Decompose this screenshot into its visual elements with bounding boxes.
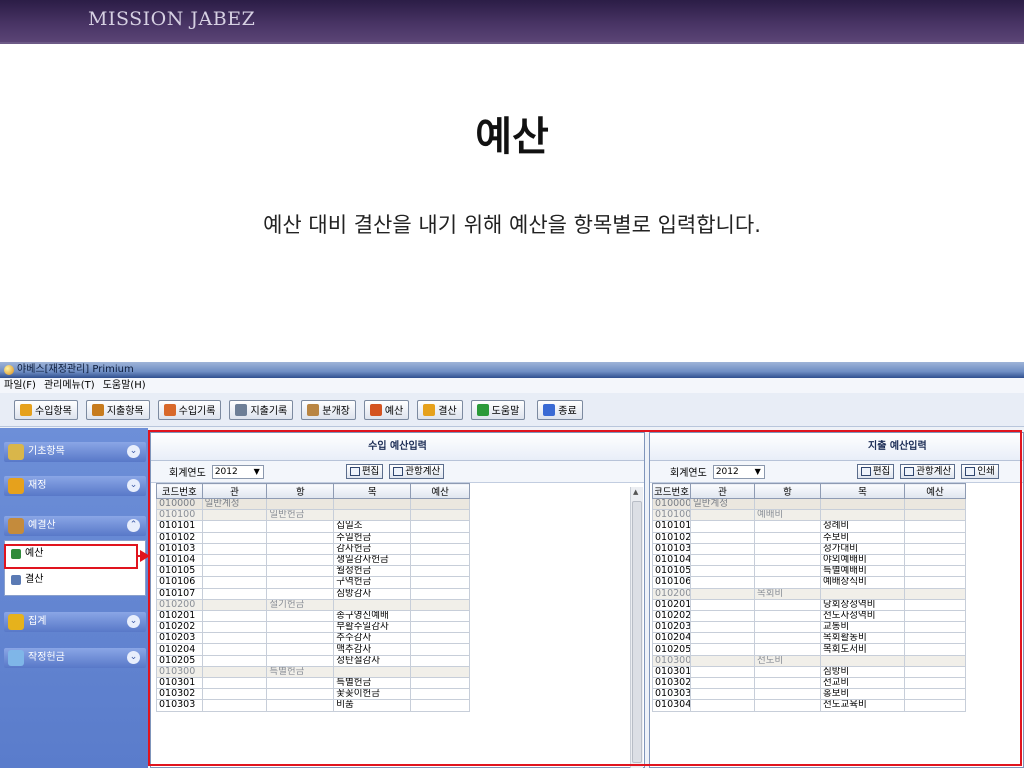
toolbar-button-label: 지출기록	[250, 406, 288, 417]
chevron-up-icon[interactable]: ⌃	[127, 519, 140, 532]
bar-chart-icon	[369, 403, 382, 416]
notepad-icon	[8, 444, 24, 460]
sidebar-section-summary[interactable]: 집계 ⌄	[4, 612, 146, 632]
chevron-down-icon[interactable]: ⌄	[127, 445, 140, 458]
coins-icon	[423, 403, 436, 416]
coins-icon	[20, 403, 32, 416]
sidebar-section-pledge[interactable]: 작정헌금 ⌄	[4, 648, 146, 668]
main-toolbar: 수입항목 지출항목 수입기록 지출기록 분개장 예산 결산 도움말 종료	[0, 393, 1024, 427]
toolbar-button-label: 분개장	[322, 406, 350, 417]
toolbar-button-0[interactable]: 수입항목	[14, 399, 78, 420]
toolbar-button-1[interactable]: 지출항목	[85, 399, 150, 420]
app-window-title: 야베스[재정관리] Primium	[17, 364, 134, 375]
toolbar-button-label: 도움말	[491, 406, 520, 417]
toolbar-button-8[interactable]: 종료	[537, 399, 583, 420]
toolbar-button-label: 지출항목	[106, 406, 144, 417]
diamond-icon	[8, 650, 24, 666]
menubar: 파일(F) 관리메뉴(T) 도움말(H)	[0, 378, 1024, 393]
sidebar-section-label: 재정	[28, 480, 47, 491]
brand-logo-text: MISSION JABEZ	[88, 8, 256, 30]
sidebar: 기초항목 ⌄ 재정 ⌄ 예결산 ⌃ 예산 결산 집계 ⌄ 작정헌금 ⌄	[0, 428, 148, 768]
sidebar-item-settlement[interactable]: 결산	[9, 572, 43, 588]
sidebar-section-label: 집계	[28, 616, 47, 627]
app-logo-icon	[4, 365, 14, 375]
toolbar-button-7[interactable]: 도움말	[470, 399, 526, 420]
plant-icon	[476, 403, 489, 416]
chevron-down-icon[interactable]: ⌄	[127, 615, 140, 628]
menu-file[interactable]: 파일(F)	[4, 378, 36, 393]
chevron-down-icon[interactable]: ⌄	[127, 651, 140, 664]
toolbar-button-label: 예산	[384, 406, 404, 417]
sidebar-section-finance[interactable]: 재정 ⌄	[4, 476, 146, 496]
calc-icon	[11, 575, 21, 585]
toolbar-button-label: 수입항목	[35, 406, 72, 417]
toolbar-button-4[interactable]: 분개장	[301, 399, 356, 420]
menu-help[interactable]: 도움말(H)	[103, 378, 146, 393]
check-pencil-icon	[235, 403, 248, 416]
callout-arrow-icon	[140, 550, 150, 562]
sidebar-section-basic-items[interactable]: 기초항목 ⌄	[4, 442, 146, 462]
exit-icon	[543, 403, 556, 416]
sidebar-section-label: 작정헌금	[28, 652, 65, 663]
toolbar-button-3[interactable]: 지출기록	[229, 399, 294, 420]
ledger-icon	[307, 403, 320, 416]
toolbar-button-label: 결산	[438, 406, 457, 417]
toolbar-button-2[interactable]: 수입기록	[157, 399, 222, 420]
highlight-box-panes	[148, 430, 1022, 766]
pencil-tag-icon	[91, 403, 104, 416]
sidebar-item-label: 결산	[25, 574, 44, 585]
pencil-icon	[163, 403, 176, 416]
coins-icon	[8, 478, 24, 494]
slide-subtitle: 예산 대비 결산을 내기 위해 예산을 항목별로 입력합니다.	[263, 213, 761, 237]
app-titlebar: 야베스[재정관리] Primium	[0, 362, 1024, 378]
highlight-box-budget-item	[4, 544, 138, 569]
coins-stack-icon	[8, 614, 24, 630]
slide-header-band: MISSION JABEZ	[0, 0, 1024, 44]
menu-admin[interactable]: 관리메뉴(T)	[44, 378, 95, 393]
toolbar-button-label: 수입기록	[178, 406, 216, 417]
app-window: 야베스[재정관리] Primium 파일(F) 관리메뉴(T) 도움말(H) 수…	[0, 362, 1024, 768]
chevron-down-icon[interactable]: ⌄	[127, 479, 140, 492]
slide-title: 예산	[475, 114, 549, 160]
money-hand-icon	[8, 518, 24, 534]
toolbar-button-5[interactable]: 예산	[363, 399, 410, 420]
sidebar-section-label: 기초항목	[28, 446, 65, 457]
toolbar-button-6[interactable]: 결산	[417, 399, 463, 420]
toolbar-button-label: 종료	[558, 406, 577, 417]
sidebar-section-budget-settlement[interactable]: 예결산 ⌃	[4, 516, 146, 536]
sidebar-section-label: 예결산	[28, 520, 56, 531]
